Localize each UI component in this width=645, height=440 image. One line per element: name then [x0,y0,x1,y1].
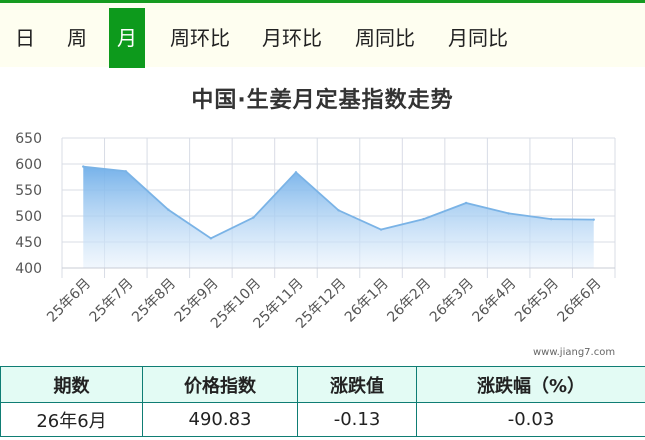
data-point [507,212,510,215]
site-watermark: www.jiang7.com [533,347,616,358]
x-tick-label: 26年5月 [512,276,562,326]
y-tick-label: 600 [15,157,42,173]
data-point [167,208,170,211]
x-tick-label: 26年6月 [555,276,605,326]
data-point [209,237,213,240]
x-tick-label: 26年1月 [342,276,392,326]
cell-price-index: 490.83 [142,402,298,437]
x-tick-label: 26年2月 [384,276,434,326]
y-tick-label: 500 [15,209,42,225]
tab-month-over-month[interactable]: 月环比 [252,8,332,68]
data-point [592,218,595,221]
data-point [422,217,425,221]
cell-period: 26年6月 [0,402,143,437]
cell-change-percent: -0.03 [416,402,645,437]
header-change-value: 涨跌值 [297,366,417,403]
y-tick-label: 400 [15,261,42,277]
tab-month-year-over-year[interactable]: 月同比 [438,8,518,68]
header-price-index: 价格指数 [142,366,298,403]
index-trend-chart: 40045050055060065025年6月25年7月25年8月25年9月25… [15,131,616,332]
tab-week-year-over-year[interactable]: 周同比 [345,8,425,68]
tab-month[interactable]: 月 [109,8,145,68]
chart-title: 中国·生姜月定基指数走势 [191,88,454,113]
y-tick-label: 450 [15,235,42,251]
x-tick-label: 25年7月 [87,276,137,326]
data-point [379,228,383,231]
y-tick-label: 650 [15,131,42,147]
cell-change-value: -0.13 [297,402,417,437]
tab-week[interactable]: 周 [60,8,94,68]
data-point [549,217,553,221]
index-summary-table: 期数 价格指数 涨跌值 涨跌幅（%） 26年6月 490.83 -0.13 -0… [0,366,645,437]
period-tab-bar: 日 周 月 周环比 月环比 周同比 月同比 [0,0,645,68]
x-tick-label: 25年6月 [44,276,94,326]
table-header-row: 期数 价格指数 涨跌值 涨跌幅（%） [0,366,645,403]
x-tick-label: 25年8月 [129,276,179,326]
data-point [82,165,85,168]
data-point [337,209,340,212]
series-area [83,166,594,268]
x-tick-label: 26年3月 [427,276,477,326]
tab-day[interactable]: 日 [10,8,40,68]
x-tick-label: 26年4月 [469,276,519,326]
y-tick-label: 550 [15,183,42,199]
header-period: 期数 [0,366,143,403]
data-point [464,201,468,205]
tab-week-over-week[interactable]: 周环比 [160,8,240,68]
data-point [252,216,255,219]
data-point [294,171,298,174]
table-row: 26年6月 490.83 -0.13 -0.03 [0,402,645,437]
header-change-percent: 涨跌幅（%） [416,366,645,403]
data-point [124,170,128,173]
